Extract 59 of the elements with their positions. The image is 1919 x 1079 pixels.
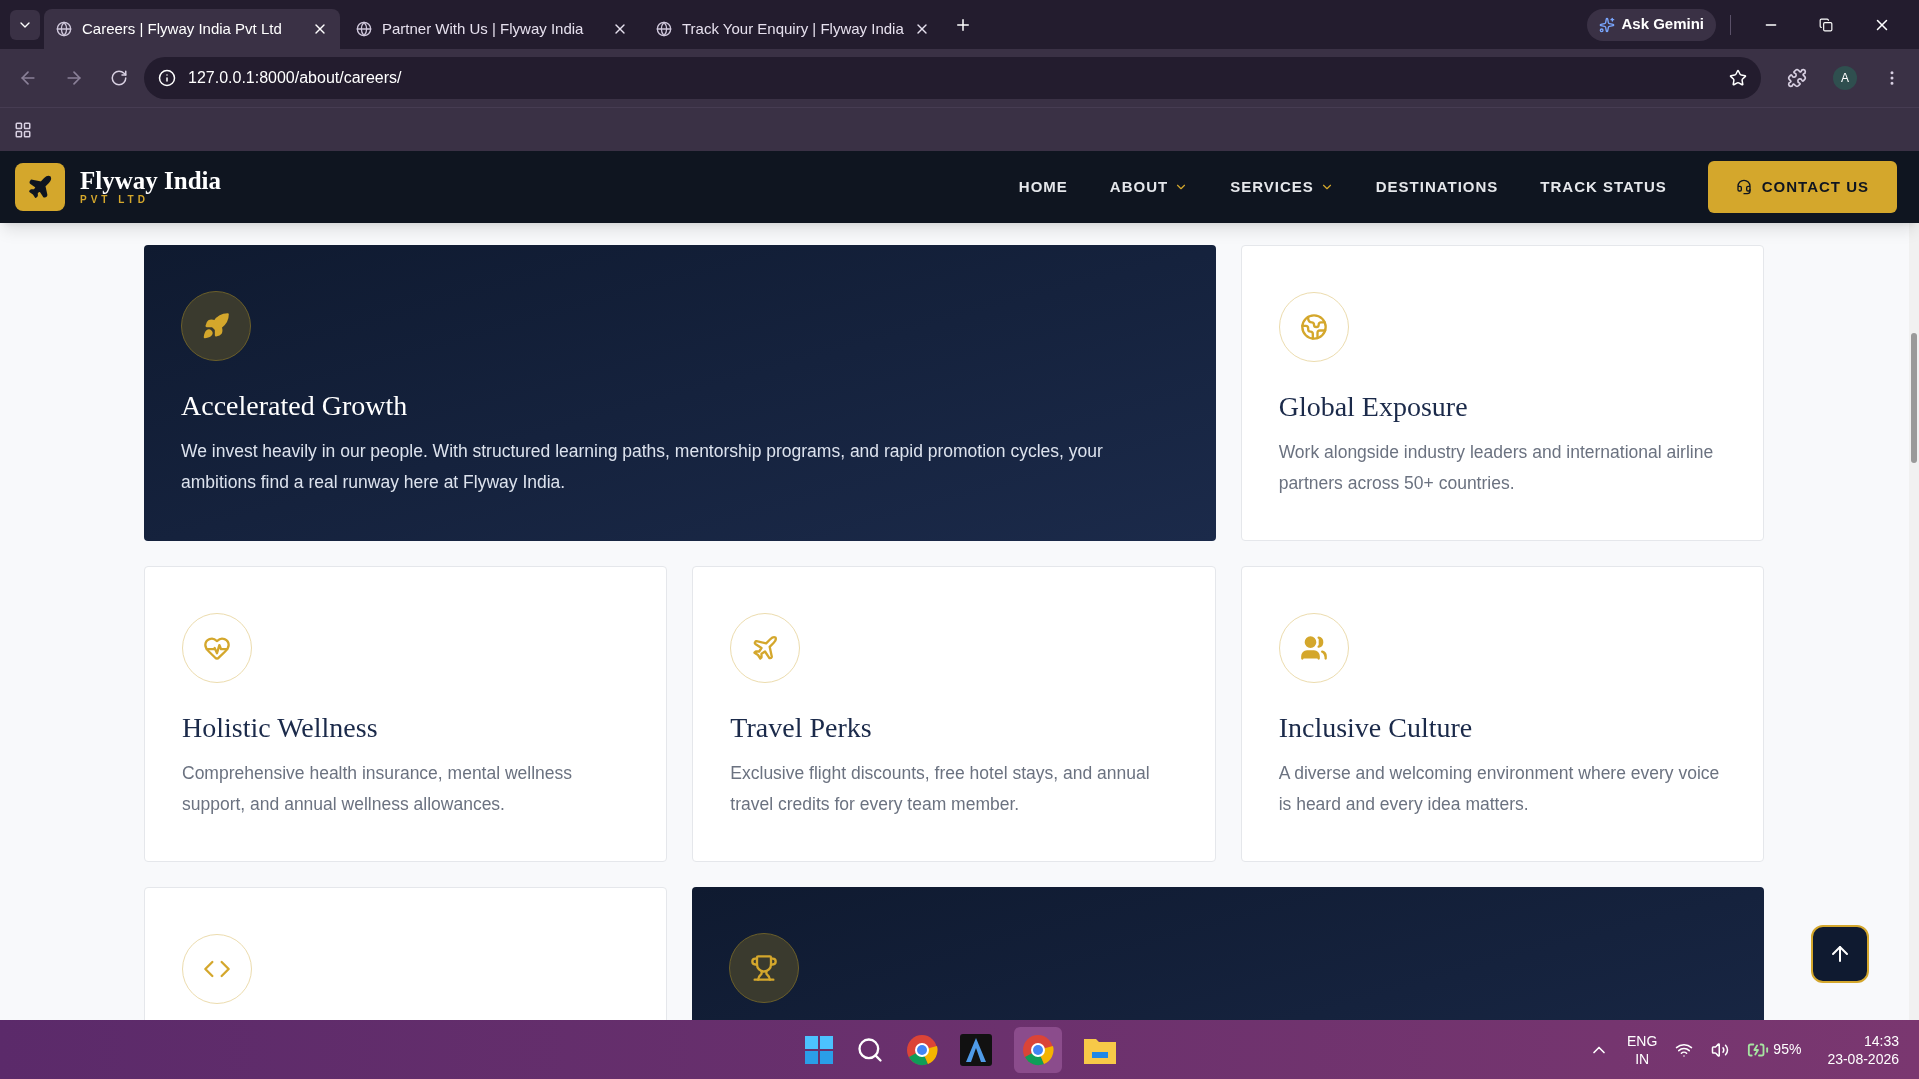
url-text: 127.0.0.1:8000/about/careers/ <box>188 68 402 88</box>
trophy-icon <box>750 954 779 982</box>
browser-icon[interactable] <box>1021 1033 1054 1066</box>
browser-tab[interactable]: Track Your Enquiry | Flyway India <box>644 9 942 49</box>
card-title: Holistic Wellness <box>182 711 379 745</box>
card-description: A diverse and welcoming environment where every voice is heard and every idea matters. <box>1278 762 1721 816</box>
address-bar[interactable]: 127.0.0.1:8000/about/careers/ <box>144 57 1761 99</box>
nav-link[interactable]: HOME <box>1018 175 1068 199</box>
browser-tab[interactable]: Careers | Flyway India Pvt Ltd <box>44 9 340 49</box>
reload-icon[interactable] <box>110 69 128 87</box>
nav-link[interactable]: ABOUT <box>1109 175 1189 199</box>
brand-name[interactable]: Flyway India <box>80 168 221 194</box>
tab-list-button[interactable] <box>10 9 40 40</box>
browser-tab[interactable]: Partner With Us | Flyway India <box>344 9 640 49</box>
restore-icon[interactable] <box>1819 17 1833 32</box>
battery-text: 95% <box>1773 1040 1802 1059</box>
card-title: Accelerated Growth <box>181 389 409 423</box>
sparkle-icon <box>1599 16 1616 33</box>
tab-title: Partner With Us | Flyway India <box>382 18 585 39</box>
card-description: We invest heavily in our people. With structured learning paths, mentorship programs, and rapid promotion cycles, your ambitions find a real runway here at Flyway India. <box>181 440 1104 494</box>
search-icon[interactable] <box>855 1035 884 1064</box>
card-description: Exclusive flight discounts, free hotel stays, and annual travel credits for every team member. <box>730 762 1151 816</box>
brand-tagline: PVT LTD <box>80 194 149 206</box>
start-icon[interactable] <box>803 1034 834 1065</box>
tab-title: Careers | Flyway India Pvt Ltd <box>82 18 283 39</box>
apps-grid-icon[interactable] <box>14 120 32 139</box>
contact-us-button[interactable]: CONTACT US <box>1707 161 1897 213</box>
language-text[interactable]: ENG <box>1627 1031 1658 1050</box>
volume-icon[interactable] <box>1711 1040 1730 1059</box>
card-title: Travel Perks <box>730 711 873 745</box>
rocket-icon <box>202 312 230 340</box>
headset-icon <box>1735 179 1752 195</box>
globe-icon <box>656 21 672 37</box>
card-title: Global Exposure <box>1278 390 1469 424</box>
nav-link[interactable]: SERVICES <box>1230 175 1334 199</box>
clock-time[interactable]: 14:33 <box>1863 1031 1899 1050</box>
region-text[interactable]: IN <box>1635 1049 1650 1068</box>
tab-title: Track Your Enquiry | Flyway India <box>682 18 904 39</box>
card-description: Work alongside industry leaders and international airline partners across 50+ countries. <box>1278 441 1715 495</box>
site-info-icon[interactable] <box>158 69 176 87</box>
card-description: Comprehensive health insurance, mental wellness support, and annual wellness allowances. <box>182 762 574 816</box>
people-icon <box>1299 634 1328 662</box>
globe-icon <box>56 21 72 37</box>
nav-link[interactable]: DESTINATIONS <box>1375 175 1499 199</box>
browser-icon[interactable] <box>905 1033 938 1066</box>
globe-icon <box>356 21 372 37</box>
app-icon[interactable] <box>959 1033 992 1066</box>
nav-link[interactable]: TRACK STATUS <box>1540 175 1667 199</box>
scroll-to-top-button[interactable] <box>1811 925 1869 983</box>
bookmark-star-icon[interactable] <box>1729 69 1747 87</box>
airplane-icon <box>27 174 53 200</box>
profile-avatar[interactable]: A <box>1833 66 1857 90</box>
heart-pulse-icon <box>203 634 231 662</box>
clock-date[interactable]: 23-08-2026 <box>1827 1049 1899 1068</box>
ask-gemini-button[interactable]: Ask Gemini <box>1587 8 1716 41</box>
globe-icon <box>1299 313 1328 341</box>
extensions-icon[interactable] <box>1787 68 1807 88</box>
card-title: Inclusive Culture <box>1278 711 1474 745</box>
airplane-icon <box>751 634 780 662</box>
